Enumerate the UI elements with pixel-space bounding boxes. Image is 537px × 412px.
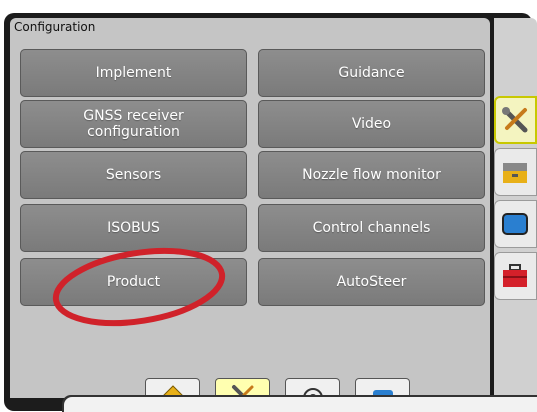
annotation-ellipse: [52, 247, 226, 327]
panel-title: Configuration: [14, 20, 96, 34]
implement-button[interactable]: Implement: [20, 49, 247, 97]
video-button[interactable]: Video: [258, 100, 485, 148]
side-tab-display[interactable]: [494, 200, 537, 248]
side-tab-toolbox[interactable]: [494, 148, 537, 196]
guidance-button[interactable]: Guidance: [258, 49, 485, 97]
red-toolbox-icon: [503, 264, 527, 287]
toolbox-icon: [503, 163, 527, 183]
side-tab-red-toolbox[interactable]: [494, 252, 537, 300]
nozzle-flow-monitor-button[interactable]: Nozzle flow monitor: [258, 151, 485, 199]
overlapping-window: [64, 397, 537, 412]
control-channels-button[interactable]: Control channels: [258, 204, 485, 252]
display-icon: [502, 213, 528, 235]
gnss-receiver-configuration-label: GNSS receiver configuration: [83, 108, 184, 140]
sensors-button[interactable]: Sensors: [20, 151, 247, 199]
gnss-receiver-configuration-button[interactable]: GNSS receiver configuration: [20, 100, 247, 148]
side-tab-tools[interactable]: [494, 96, 537, 144]
wrench-screwdriver-icon: [502, 107, 528, 133]
autosteer-button[interactable]: AutoSteer: [258, 258, 485, 306]
